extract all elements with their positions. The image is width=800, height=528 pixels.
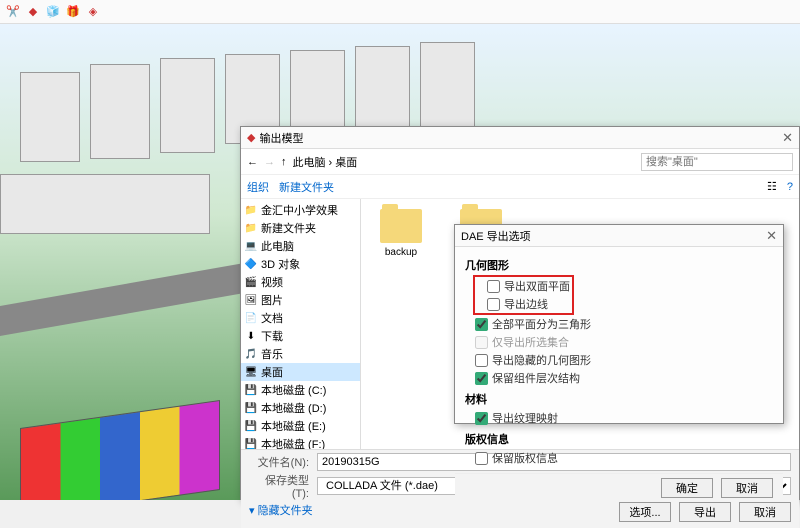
filetype-label: 保存类型(T): — [249, 472, 309, 500]
tree-item[interactable]: 🎵音乐 — [241, 345, 360, 363]
folder-icon: 💻 — [245, 240, 257, 252]
tree-item[interactable]: 💾本地磁盘 (C:) — [241, 381, 360, 399]
close-icon[interactable]: ✕ — [766, 228, 777, 244]
folder-icon: 🖥 — [245, 366, 257, 378]
close-icon[interactable]: ✕ — [782, 130, 793, 146]
folder-tree[interactable]: 📁金汇中小学效果📁新建文件夹💻此电脑🔷3D 对象🎬视频🖼图片📄文档⬇下载🎵音乐🖥… — [241, 199, 361, 449]
options-button[interactable]: 选项... — [619, 502, 671, 522]
tree-item[interactable]: 🔷3D 对象 — [241, 255, 360, 273]
file-item[interactable]: backup — [371, 209, 431, 258]
group-material: 材料 — [465, 391, 773, 407]
tree-item[interactable]: 🖥桌面 — [241, 363, 360, 381]
tree-item[interactable]: 💾本地磁盘 (F:) — [241, 435, 360, 449]
folder-icon: 🖼 — [245, 294, 257, 306]
search-input[interactable] — [641, 153, 793, 171]
export-button[interactable]: 导出 — [679, 502, 731, 522]
view-icon[interactable]: ☷ — [767, 180, 777, 193]
organize-menu[interactable]: 组织 — [247, 179, 269, 195]
folder-icon: 📄 — [245, 312, 257, 324]
export-dialog-title: 输出模型 — [259, 130, 303, 146]
ok-button[interactable]: 确定 — [661, 478, 713, 498]
folder-icon: 💾 — [245, 384, 257, 396]
options-dialog-title: DAE 导出选项 — [461, 228, 531, 244]
group-geometry: 几何图形 — [465, 257, 773, 273]
tree-item[interactable]: 💾本地磁盘 (D:) — [241, 399, 360, 417]
tree-item[interactable]: 🖼图片 — [241, 291, 360, 309]
opt-texture-maps[interactable] — [475, 412, 488, 425]
folder-icon: 🎬 — [245, 276, 257, 288]
highlight-annotation: 导出双面平面 导出边线 — [473, 275, 574, 315]
nav-up-icon[interactable]: ↑ — [281, 156, 287, 168]
tree-item[interactable]: 📁金汇中小学效果 — [241, 201, 360, 219]
tree-item[interactable]: 🎬视频 — [241, 273, 360, 291]
diamond-red-icon[interactable]: ◆ — [26, 5, 40, 19]
opt-triangulate[interactable] — [475, 318, 488, 331]
folder-icon: 💾 — [245, 438, 257, 449]
cancel2-button[interactable]: 取消 — [721, 478, 773, 498]
opt-credits[interactable] — [475, 452, 488, 465]
tree-item[interactable]: 📄文档 — [241, 309, 360, 327]
hide-folders-link[interactable]: ▾ 隐藏文件夹 — [249, 502, 313, 522]
nav-back-icon[interactable]: ← — [247, 156, 258, 168]
opt-two-sided[interactable] — [487, 280, 500, 293]
dae-options-dialog: DAE 导出选项 ✕ 几何图形 导出双面平面 导出边线 全部平面分为三角形 仅导… — [454, 224, 784, 424]
folder-icon: 📁 — [245, 204, 257, 216]
folder-icon — [380, 209, 422, 243]
scissors-icon[interactable]: ✂️ — [6, 5, 20, 19]
folder-icon: 🎵 — [245, 348, 257, 360]
tree-item[interactable]: ⬇下载 — [241, 327, 360, 345]
tree-item[interactable]: 💻此电脑 — [241, 237, 360, 255]
opt-selection-only — [475, 336, 488, 349]
export-dialog-titlebar[interactable]: ◆ 输出模型 ✕ — [241, 127, 799, 149]
gift-icon[interactable]: 🎁 — [66, 5, 80, 19]
group-copyright: 版权信息 — [465, 431, 773, 447]
newfolder-button[interactable]: 新建文件夹 — [279, 179, 334, 195]
tree-item[interactable]: 📁新建文件夹 — [241, 219, 360, 237]
filename-label: 文件名(N): — [249, 454, 309, 470]
opt-preserve-hierarchy[interactable] — [475, 372, 488, 385]
app-ruby-icon: ◆ — [247, 131, 255, 144]
folder-icon: ⬇ — [245, 330, 257, 342]
nav-fwd-icon[interactable]: → — [264, 156, 275, 168]
tree-item[interactable]: 💾本地磁盘 (E:) — [241, 417, 360, 435]
folder-icon: 🔷 — [245, 258, 257, 270]
options-dialog-titlebar[interactable]: DAE 导出选项 ✕ — [455, 225, 783, 247]
dialog-toolbar: 组织 新建文件夹 ☷ ? — [241, 175, 799, 199]
cancel-button[interactable]: 取消 — [739, 502, 791, 522]
address-bar: ← → ↑ 此电脑 › 桌面 — [241, 149, 799, 175]
folder-icon: 📁 — [245, 222, 257, 234]
app-toolbar: ✂️ ◆ 🧊 🎁 ◈ — [0, 0, 800, 24]
opt-hidden-geometry[interactable] — [475, 354, 488, 367]
cube-icon[interactable]: 🧊 — [46, 5, 60, 19]
folder-icon: 💾 — [245, 402, 257, 414]
folder-icon: 💾 — [245, 420, 257, 432]
gem-icon[interactable]: ◈ — [86, 5, 100, 19]
opt-export-edges[interactable] — [487, 298, 500, 311]
help-icon[interactable]: ? — [787, 181, 793, 193]
breadcrumb[interactable]: 此电脑 › 桌面 — [293, 154, 358, 170]
